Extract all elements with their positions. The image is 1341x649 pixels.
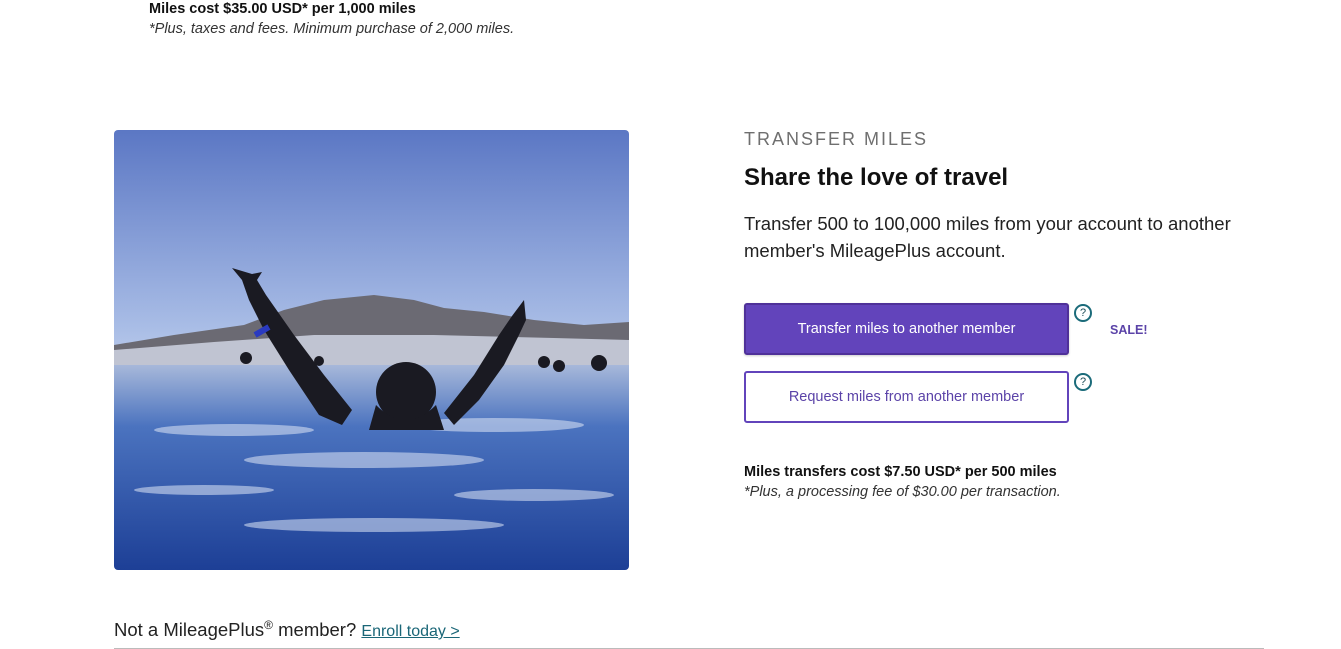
enroll-prompt: Not a MileagePlus® member? Enroll today … <box>114 618 460 641</box>
enroll-today-link[interactable]: Enroll today > <box>361 623 459 640</box>
sale-badge: SALE! <box>1110 323 1148 337</box>
request-miles-button[interactable]: Request miles from another member <box>744 371 1069 423</box>
section-description: Transfer 500 to 100,000 miles from your … <box>744 213 1231 261</box>
buy-miles-note: *Plus, taxes and fees. Minimum purchase … <box>149 21 515 37</box>
help-icon[interactable]: ? <box>1074 304 1092 322</box>
enroll-suffix: member? <box>272 619 362 641</box>
section-eyebrow: TRANSFER MILES <box>744 129 929 149</box>
section-headline: Share the love of travel <box>744 164 1009 191</box>
registered-mark: ® <box>264 618 273 632</box>
transfer-fee-note: *Plus, a processing fee of $30.00 per tr… <box>744 484 1061 500</box>
enroll-prefix: Not a MileagePlus <box>114 619 265 641</box>
transfer-cost-text: Miles transfers cost $7.50 USD* per 500 … <box>744 464 1057 480</box>
transfer-miles-button[interactable]: Transfer miles to another member <box>744 303 1069 355</box>
help-icon[interactable]: ? <box>1074 373 1092 391</box>
buy-miles-cost: Miles cost $35.00 USD* per 1,000 miles <box>149 1 416 17</box>
transfer-miles-photo <box>114 130 629 570</box>
